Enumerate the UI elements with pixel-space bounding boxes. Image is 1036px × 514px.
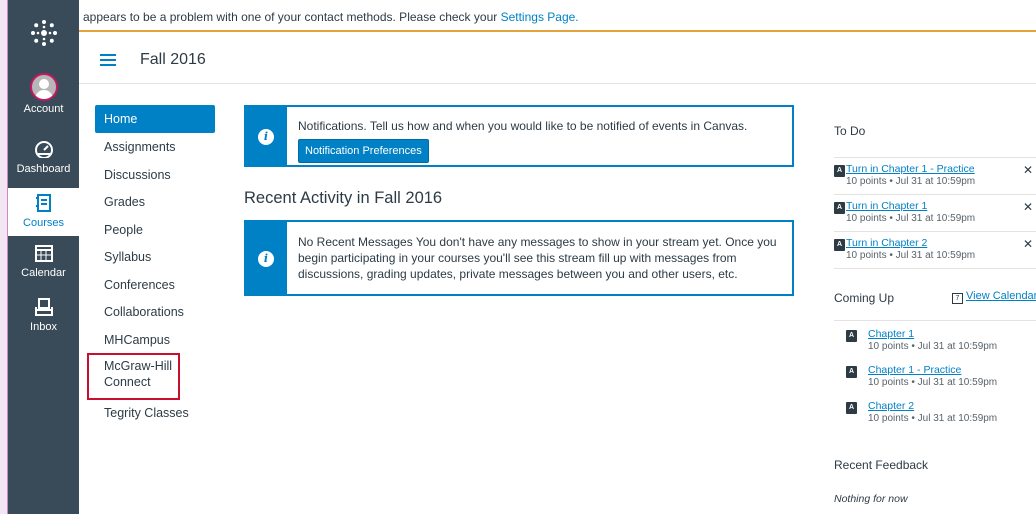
hamburger-menu-icon[interactable] — [100, 54, 116, 66]
nav-inbox-label: Inbox — [30, 321, 57, 333]
todo-section: To Do — [834, 124, 1036, 138]
warning-text: appears to be a problem with one of your… — [83, 10, 501, 24]
coming-up-list: A Chapter 1 10 points • Jul 31 at 10:59p… — [834, 320, 1036, 429]
todo-item: A Turn in Chapter 1 10 points • Jul 31 a… — [834, 195, 1036, 232]
todo-item-link[interactable]: Turn in Chapter 2 — [846, 237, 1036, 249]
view-calendar-label: View Calendar — [966, 290, 1036, 302]
recent-activity-message: No Recent Messages You don't have any me… — [298, 235, 777, 281]
coming-up-item-link[interactable]: Chapter 1 - Practice — [868, 364, 1036, 376]
inbox-icon — [34, 298, 53, 316]
todo-item-meta: 10 points • Jul 31 at 10:59pm — [846, 213, 976, 224]
nav-account[interactable]: Account — [8, 73, 79, 115]
notifications-alert: i Notifications. Tell us how and when yo… — [244, 105, 794, 167]
assignment-icon: A — [834, 202, 845, 214]
calendar-icon — [34, 245, 53, 262]
nav-dashboard-label: Dashboard — [16, 163, 71, 175]
todo-item: A Turn in Chapter 2 10 points • Jul 31 a… — [834, 232, 1036, 269]
recent-feedback-section: Recent Feedback — [834, 458, 1036, 472]
course-nav-assignments[interactable]: Assignments — [95, 133, 215, 161]
info-icon: i — [258, 251, 274, 267]
courses-icon — [35, 194, 51, 212]
assignment-icon: A — [834, 239, 845, 251]
course-nav-syllabus[interactable]: Syllabus — [95, 243, 215, 271]
info-icon: i — [258, 129, 274, 145]
course-nav-grades[interactable]: Grades — [95, 188, 215, 216]
coming-up-item: A Chapter 2 10 points • Jul 31 at 10:59p… — [834, 393, 1036, 429]
course-nav-collaborations[interactable]: Collaborations — [95, 298, 215, 326]
coming-up-item-meta: 10 points • Jul 31 at 10:59pm — [868, 341, 998, 352]
avatar — [29, 73, 58, 101]
assignment-icon: A — [846, 402, 857, 414]
canvas-logo-icon[interactable] — [29, 18, 59, 48]
notification-preferences-button[interactable]: Notification Preferences — [298, 139, 429, 163]
course-nav-mhcampus[interactable]: MHCampus — [95, 326, 215, 354]
todo-list: A Turn in Chapter 1 - Practice 10 points… — [834, 157, 1036, 269]
nav-courses-label: Courses — [23, 217, 64, 229]
nav-account-label: Account — [23, 103, 64, 115]
assignment-icon: A — [834, 165, 845, 177]
dashboard-icon — [34, 141, 53, 159]
recent-feedback-title: Recent Feedback — [834, 458, 929, 472]
contact-warning-banner: appears to be a problem with one of your… — [79, 0, 1036, 32]
assignment-icon: A — [846, 366, 857, 378]
dismiss-icon[interactable]: ✕ — [1023, 200, 1033, 214]
recent-feedback-empty: Nothing for now — [834, 493, 908, 505]
nav-inbox[interactable]: Inbox — [8, 298, 79, 333]
course-nav-conferences[interactable]: Conferences — [95, 271, 215, 299]
dismiss-icon[interactable]: ✕ — [1023, 237, 1033, 251]
course-nav-discussions[interactable]: Discussions — [95, 161, 215, 189]
settings-page-link[interactable]: Settings Page. — [501, 10, 579, 24]
todo-item-meta: 10 points • Jul 31 at 10:59pm — [846, 176, 976, 187]
todo-item-link[interactable]: Turn in Chapter 1 - Practice — [846, 163, 1036, 175]
assignment-icon: A — [846, 330, 857, 342]
course-nav-tegrity-classes[interactable]: Tegrity Classes — [95, 399, 215, 427]
nav-calendar-label: Calendar — [21, 267, 66, 279]
course-header: Fall 2016 — [79, 34, 1036, 84]
todo-item: A Turn in Chapter 1 - Practice 10 points… — [834, 158, 1036, 195]
notifications-text: Notifications. Tell us how and when you … — [298, 119, 748, 133]
todo-title: To Do — [834, 124, 866, 138]
window-edge — [0, 0, 8, 514]
coming-up-item-link[interactable]: Chapter 1 — [868, 328, 1036, 340]
course-nav-people[interactable]: People — [95, 216, 215, 244]
global-nav: Account Dashboard Courses Calendar Inbox — [8, 0, 79, 514]
nav-calendar[interactable]: Calendar — [8, 244, 79, 279]
dismiss-icon[interactable]: ✕ — [1023, 163, 1033, 177]
recent-activity-alert: i No Recent Messages You don't have any … — [244, 220, 794, 296]
course-nav-home[interactable]: Home — [95, 105, 215, 133]
nav-dashboard[interactable]: Dashboard — [8, 140, 79, 175]
coming-up-item: A Chapter 1 10 points • Jul 31 at 10:59p… — [834, 321, 1036, 357]
coming-up-item-meta: 10 points • Jul 31 at 10:59pm — [868, 413, 998, 424]
recent-activity-title: Recent Activity in Fall 2016 — [244, 189, 443, 207]
highlight-annotation — [87, 353, 180, 400]
view-calendar-link[interactable]: 7 View Calendar — [952, 290, 1036, 304]
coming-up-item-meta: 10 points • Jul 31 at 10:59pm — [868, 377, 998, 388]
coming-up-item: A Chapter 1 - Practice 10 points • Jul 3… — [834, 357, 1036, 393]
coming-up-item-link[interactable]: Chapter 2 — [868, 400, 1036, 412]
calendar-icon: 7 — [952, 293, 963, 304]
todo-item-meta: 10 points • Jul 31 at 10:59pm — [846, 250, 976, 261]
nav-courses[interactable]: Courses — [8, 188, 79, 236]
course-title: Fall 2016 — [140, 51, 206, 68]
todo-item-link[interactable]: Turn in Chapter 1 — [846, 200, 1036, 212]
